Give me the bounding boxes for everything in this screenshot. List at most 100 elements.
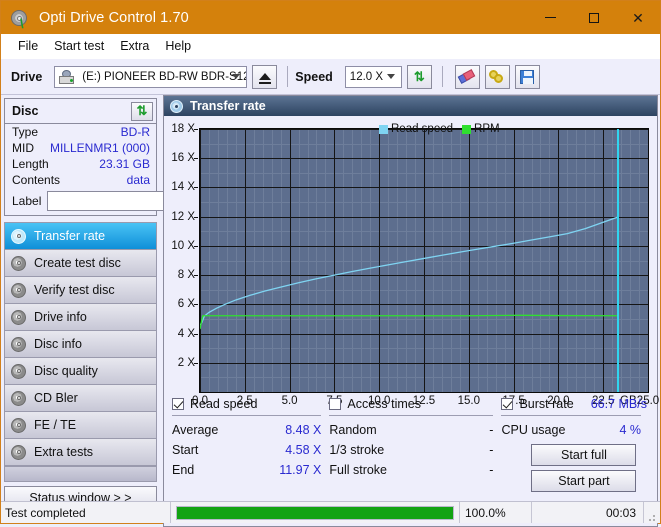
y-tick-label: 10 X bbox=[171, 239, 195, 252]
progress-bar-fill bbox=[177, 506, 453, 519]
stat-row-average: Average 8.48 X bbox=[172, 420, 329, 440]
sidebar-item-fe-te[interactable]: FE / TE bbox=[5, 412, 156, 439]
close-button[interactable]: ✕ bbox=[616, 1, 660, 34]
speed-select-value: 12.0 X bbox=[349, 70, 384, 83]
stat-key: CPU usage bbox=[501, 423, 566, 437]
sidebar-item-label: Verify test disc bbox=[34, 283, 115, 297]
nav-list: Transfer rate Create test disc Verify te… bbox=[4, 222, 157, 482]
disc-refresh-button[interactable]: ⇅ bbox=[131, 101, 153, 121]
drive-select[interactable]: (E:) PIONEER BD-RW BDR-S12JX 1.00 bbox=[54, 65, 248, 88]
speed-select[interactable]: 12.0 X bbox=[344, 65, 402, 88]
y-tick-label: 18 X bbox=[171, 123, 195, 135]
divider bbox=[329, 415, 494, 416]
refresh-button[interactable]: ⇅ bbox=[406, 64, 432, 89]
sidebar-item-verify-test-disc[interactable]: Verify test disc bbox=[5, 277, 156, 304]
access-times-checkbox[interactable] bbox=[329, 397, 342, 410]
legend-swatch-rpm bbox=[462, 124, 472, 134]
legend-label-read-speed: Read speed bbox=[391, 123, 454, 135]
toolbar-divider-2 bbox=[441, 66, 443, 87]
y-tick-label: 14 X bbox=[171, 181, 195, 194]
disc-row-mid-key: MID bbox=[12, 141, 34, 155]
burst-rate-value: 66.7 MB/s bbox=[590, 396, 647, 411]
close-icon: ✕ bbox=[632, 9, 644, 26]
eraser-icon bbox=[458, 68, 476, 84]
legend-swatch-read-speed bbox=[379, 124, 388, 134]
sidebar-item-label: Disc quality bbox=[34, 364, 98, 378]
resize-grip[interactable] bbox=[644, 502, 660, 523]
chevron-down-icon bbox=[386, 73, 395, 79]
stat-row-end: End 11.97 X bbox=[172, 460, 329, 480]
access-times-stats: Access times Random - 1/3 stroke - Full bbox=[329, 395, 501, 492]
minimize-button[interactable] bbox=[528, 1, 572, 34]
sidebar-item-create-test-disc[interactable]: Create test disc bbox=[5, 250, 156, 277]
chart-header: Transfer rate bbox=[164, 96, 657, 116]
sidebar-item-transfer-rate[interactable]: Transfer rate bbox=[5, 223, 156, 250]
eject-button[interactable] bbox=[252, 64, 278, 89]
application-window: \ Opti Drive Control 1.70 ✕ File Start t… bbox=[0, 0, 661, 527]
stat-row-full-stroke: Full stroke - bbox=[329, 460, 501, 480]
keys-button[interactable] bbox=[484, 64, 510, 89]
access-times-checkbox-row[interactable]: Access times bbox=[329, 395, 501, 412]
window-title: Opti Drive Control 1.70 bbox=[39, 9, 189, 26]
status-bar: Test completed 100.0% 00:03 bbox=[1, 501, 660, 523]
disc-icon bbox=[11, 282, 26, 298]
sidebar-item-cd-bler[interactable]: CD Bler bbox=[5, 385, 156, 412]
left-sidebar: Disc ⇅ Type BD-R MID MILLENMR1 (000) Len… bbox=[1, 95, 253, 527]
disc-panel-title: Disc bbox=[12, 104, 39, 118]
menu-extra[interactable]: Extra bbox=[112, 37, 157, 55]
read-speed-checkbox-row[interactable]: Read speed bbox=[172, 395, 329, 412]
stat-key: Start bbox=[172, 443, 199, 457]
toolbar: Drive (E:) PIONEER BD-RW BDR-S12JX 1.00 … bbox=[1, 59, 660, 95]
disc-label-row: Label bbox=[5, 188, 253, 215]
sidebar-item-extra-tests[interactable]: Extra tests bbox=[5, 439, 156, 466]
progress-cell bbox=[171, 502, 460, 523]
menu-help[interactable]: Help bbox=[157, 37, 199, 55]
stat-row-cpu-usage: CPU usage 4 % bbox=[501, 420, 649, 440]
start-full-button[interactable]: Start full bbox=[531, 444, 637, 466]
sidebar-item-disc-quality[interactable]: Disc quality bbox=[5, 358, 156, 385]
stat-key: End bbox=[172, 463, 195, 477]
disc-row-mid-value: MILLENMR1 (000) bbox=[49, 141, 150, 155]
series-lines bbox=[200, 216, 618, 330]
y-tick-label: 12 X bbox=[171, 210, 195, 223]
nav-spacer bbox=[5, 466, 156, 481]
drive-icon bbox=[59, 69, 75, 84]
sidebar-item-label: CD Bler bbox=[34, 391, 78, 405]
toolbar-divider bbox=[287, 66, 289, 87]
sidebar-item-drive-info[interactable]: Drive info bbox=[5, 304, 156, 331]
save-button[interactable] bbox=[514, 64, 540, 89]
disc-row-contents-key: Contents bbox=[12, 173, 61, 187]
plot-area[interactable] bbox=[199, 128, 649, 393]
erase-disc-button[interactable] bbox=[454, 64, 480, 89]
stat-value: 8.48 X bbox=[285, 423, 322, 437]
maximize-button[interactable] bbox=[572, 1, 616, 34]
chart-title: Transfer rate bbox=[190, 99, 266, 113]
menu-file[interactable]: File bbox=[10, 37, 46, 55]
disc-row-type-key: Type bbox=[12, 125, 39, 139]
divider bbox=[172, 415, 322, 416]
disc-icon bbox=[11, 255, 26, 271]
main-body: Disc ⇅ Type BD-R MID MILLENMR1 (000) Len… bbox=[1, 95, 660, 527]
disc-row-type: Type BD-R bbox=[5, 124, 156, 140]
legend-label-rpm: RPM bbox=[474, 123, 500, 135]
read-speed-checkbox[interactable] bbox=[172, 397, 184, 410]
app-disc-drive-icon: \ bbox=[10, 8, 30, 30]
start-part-button[interactable]: Start part bbox=[531, 470, 637, 492]
y-tick-label: 2 X bbox=[177, 356, 195, 369]
sidebar-item-label: Extra tests bbox=[34, 445, 94, 459]
disc-row-type-value: BD-R bbox=[120, 125, 150, 139]
stat-value: - bbox=[489, 463, 494, 477]
burst-rate-checkbox-row[interactable]: Burst rate 66.7 MB/s bbox=[501, 395, 649, 412]
read-speed-checkbox-label: Read speed bbox=[190, 396, 258, 411]
stat-value: 11.97 X bbox=[279, 463, 322, 477]
sidebar-item-label: Create test disc bbox=[34, 256, 121, 270]
burst-rate-checkbox[interactable] bbox=[501, 397, 514, 410]
sidebar-item-disc-info[interactable]: Disc info bbox=[5, 331, 156, 358]
refresh-icon: ⇅ bbox=[136, 103, 148, 118]
divider bbox=[501, 415, 641, 416]
y-tick-label: 16 X bbox=[171, 152, 195, 165]
disc-icon bbox=[11, 417, 26, 433]
chart-panel: Transfer rate Read speed RPM 2 X 4 X 6 X 8 … bbox=[163, 95, 659, 527]
sidebar-item-label: Transfer rate bbox=[34, 229, 106, 243]
menu-start-test[interactable]: Start test bbox=[46, 37, 112, 55]
